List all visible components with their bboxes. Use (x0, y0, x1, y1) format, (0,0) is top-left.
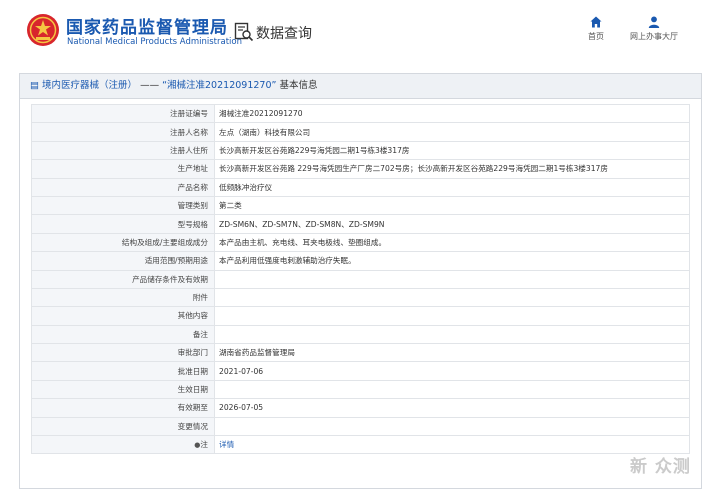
row-value: 2021-07-06 (214, 361, 690, 381)
row-value: 左点（湖南）科技有限公司 (214, 122, 690, 142)
watermark: 新 众测 (630, 457, 691, 477)
row-key: ●注 (31, 435, 215, 455)
document-search-icon (234, 22, 254, 42)
table-row: 批准日期 2021-07-06 (31, 361, 690, 381)
home-icon (590, 16, 602, 28)
table-row: 注册人名称 左点（湖南）科技有限公司 (31, 122, 690, 142)
row-key: 生产地址 (31, 159, 215, 179)
row-key: 其他内容 (31, 306, 215, 326)
table-row: 管理类别 第二类 (31, 195, 690, 216)
registration-detail-table: 注册证编号 湘械注准20212091270 注册人名称 左点（湖南）科技有限公司 注册人… (31, 103, 690, 455)
row-value (214, 324, 690, 345)
row-key: 注册人住所 (31, 140, 215, 161)
row-key: 附件 (31, 287, 215, 308)
table-row: 型号规格 ZD-SM6N、ZD-SM7N、ZD-SM8N、ZD-SM9N (31, 214, 690, 234)
breadcrumb-record-id: “湘械注准20212091270” (162, 80, 277, 91)
breadcrumb-category-link[interactable]: 境内医疗器械（注册） (42, 80, 137, 91)
row-value (214, 306, 690, 326)
details-link[interactable]: 详情 (219, 440, 234, 449)
row-value: 本产品由主机、充电线、耳夹电极线、垫圈组成。 (214, 232, 690, 253)
table-row: 附件 (31, 287, 690, 308)
row-key: 产品名称 (31, 177, 215, 197)
nav-service-hall-button[interactable]: 网上办事大厅 (626, 16, 682, 42)
table-row: 备注 (31, 324, 690, 345)
table-row: 适用范围/预期用途 本产品利用低强度电刺激辅助治疗失眠。 (31, 251, 690, 271)
row-value (214, 379, 690, 400)
row-value: 长沙高新开发区谷苑路 229号海凭园生产厂房二702号房；长沙高新开发区谷苑路2… (214, 159, 690, 179)
row-key: 生效日期 (31, 379, 215, 400)
breadcrumb-suffix: 基本信息 (279, 80, 318, 91)
row-value: 本产品利用低强度电刺激辅助治疗失眠。 (214, 251, 690, 271)
panel-breadcrumb: ▤ 境内医疗器械（注册） —— “湘械注准20212091270” 基本信息 (20, 74, 701, 99)
row-value: ZD-SM6N、ZD-SM7N、ZD-SM8N、ZD-SM9N (214, 214, 690, 234)
row-key: 有效期至 (31, 398, 215, 418)
table-row: 其他内容 (31, 306, 690, 326)
row-key: 注册证编号 (31, 103, 215, 124)
row-value (214, 287, 690, 308)
row-value: 2026-07-05 (214, 398, 690, 418)
row-value: 长沙高新开发区谷苑路229号海凭园二期1号栋3楼317房 (214, 140, 690, 161)
site-subtitle: National Medical Products Administration (67, 37, 242, 47)
breadcrumb-icon: ▤ (30, 80, 39, 91)
detail-panel: ▤ 境内医疗器械（注册） —— “湘械注准20212091270” 基本信息 注… (19, 73, 702, 489)
row-key: 产品储存条件及有效期 (31, 269, 215, 289)
table-row: 注册人住所 长沙高新开发区谷苑路229号海凭园二期1号栋3楼317房 (31, 140, 690, 161)
row-key: 型号规格 (31, 214, 215, 234)
row-key: 管理类别 (31, 195, 215, 216)
table-row: 变更情况 (31, 416, 690, 437)
table-row: 生效日期 (31, 379, 690, 400)
site-header: 国家药品监督管理局 National Medical Products Admi… (0, 0, 720, 62)
data-query-label: 数据查询 (256, 26, 312, 42)
row-key: 注册人名称 (31, 122, 215, 142)
table-row: 生产地址 长沙高新开发区谷苑路 229号海凭园生产厂房二702号房；长沙高新开发区… (31, 159, 690, 179)
row-value: 低频脉冲治疗仪 (214, 177, 690, 197)
table-row: 产品储存条件及有效期 (31, 269, 690, 289)
row-key: 适用范围/预期用途 (31, 251, 215, 271)
row-key: 批准日期 (31, 361, 215, 381)
row-value: 详情 (214, 435, 690, 455)
national-emblem-icon (27, 14, 59, 46)
row-value: 第二类 (214, 195, 690, 216)
row-value (214, 269, 690, 289)
user-icon (648, 16, 660, 28)
row-key: 变更情况 (31, 416, 215, 437)
row-key: 备注 (31, 324, 215, 345)
table-row: ●注 详情 (31, 435, 690, 455)
site-title[interactable]: 国家药品监督管理局 (66, 13, 228, 38)
row-key: 审批部门 (31, 343, 215, 363)
nav-home-label: 首页 (588, 32, 604, 41)
row-key: 结构及组成/主要组成成分 (31, 232, 215, 253)
nav-home-button[interactable]: 首页 (583, 16, 609, 42)
nav-service-hall-label: 网上办事大厅 (630, 32, 678, 41)
row-value (214, 416, 690, 437)
table-row: 结构及组成/主要组成成分 本产品由主机、充电线、耳夹电极线、垫圈组成。 (31, 232, 690, 253)
table-row: 产品名称 低频脉冲治疗仪 (31, 177, 690, 197)
row-value: 湖南省药品监督管理局 (214, 343, 690, 363)
table-row: 审批部门 湖南省药品监督管理局 (31, 343, 690, 363)
table-row: 有效期至 2026-07-05 (31, 398, 690, 418)
breadcrumb-separator: —— (140, 80, 160, 91)
table-row: 注册证编号 湘械注准20212091270 (31, 103, 690, 124)
row-value: 湘械注准20212091270 (214, 103, 690, 124)
